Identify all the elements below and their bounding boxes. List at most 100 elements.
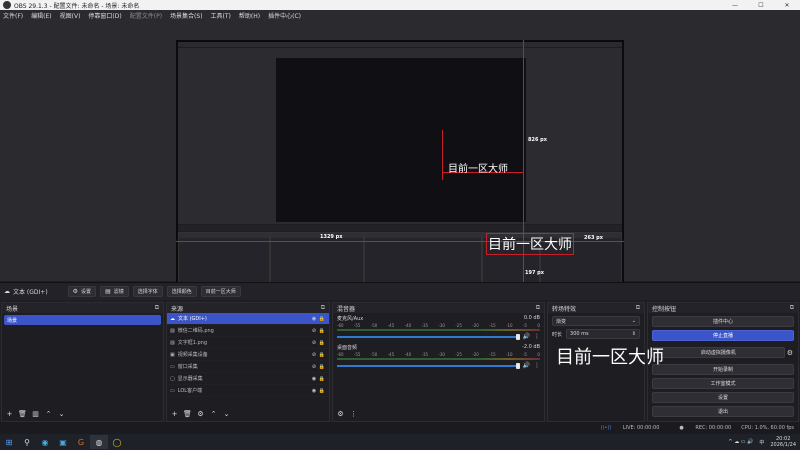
preview-canvas[interactable]: 826 px 1329 px 197 px 263 px 目前一区大师 目前一区…	[176, 40, 624, 298]
app-circle-icon[interactable]: ◯	[108, 435, 126, 449]
menu-profile[interactable]: 配置文件(P)	[130, 11, 162, 20]
tray-icons[interactable]: ^ ☁ ▭ 🔊	[728, 439, 753, 445]
virtual-camera-settings-gear-icon[interactable]: ⚙	[787, 349, 793, 357]
volume-slider[interactable]	[337, 333, 520, 340]
lock-icon[interactable]: 🔒	[318, 388, 326, 394]
move-down-button[interactable]: ⌄	[56, 409, 67, 419]
mixer-menu-button[interactable]: ⋮	[348, 409, 359, 419]
menu-view[interactable]: 视图(V)	[60, 11, 81, 20]
select-font-button[interactable]: 选择字体	[132, 286, 163, 297]
scene-filters-button[interactable]: ▥	[30, 409, 41, 419]
search-icon[interactable]: ⚲	[18, 435, 36, 449]
close-button[interactable]: ✕	[774, 0, 800, 10]
source-row[interactable]: ▭ 窗口采集 ⊘ 🔒	[167, 361, 329, 373]
stop-streaming-button[interactable]: 停止直播	[652, 330, 794, 341]
scene-item[interactable]: 场景	[4, 315, 161, 325]
lock-icon[interactable]: 🔒	[318, 316, 326, 322]
overlay-text-selected[interactable]: 目前一区大师	[486, 233, 574, 255]
menu-scene-collection[interactable]: 场景集合(S)	[170, 11, 203, 20]
eye-icon[interactable]: ◉	[310, 316, 318, 322]
chevron-down-icon: ⌄	[631, 318, 636, 324]
move-down-button[interactable]: ⌄	[221, 409, 232, 419]
sources-dock: 来源 ⧉ ☁ 文本 (GDI+) ◉ 🔒 ▨ 微信二维码.png ⊘ 🔒 ▨ 文字框1.png ⊘ 🔒 ▣…	[166, 302, 330, 422]
eye-slash-icon[interactable]: ⊘	[310, 352, 318, 358]
move-up-button[interactable]: ⌃	[43, 409, 54, 419]
filters-button[interactable]: ▤ 滤镜	[100, 286, 129, 297]
nested-preview	[276, 58, 526, 222]
start-recording-button[interactable]: 开始录制	[652, 364, 794, 375]
volume-slider-handle[interactable]	[515, 362, 520, 369]
minimize-button[interactable]: —	[722, 0, 748, 10]
menu-plugin-center[interactable]: 插件中心(C)	[268, 11, 301, 20]
source-row[interactable]: ☁ 文本 (GDI+) ◉ 🔒	[167, 313, 329, 325]
menu-help[interactable]: 帮助(H)	[239, 11, 260, 20]
eye-slash-icon[interactable]: ⊘	[310, 328, 318, 334]
source-name: 文本 (GDI+)	[178, 316, 207, 322]
source-list: ☁ 文本 (GDI+) ◉ 🔒 ▨ 微信二维码.png ⊘ 🔒 ▨ 文字框1.png ⊘ 🔒 ▣ 视频采集…	[167, 313, 329, 397]
remove-scene-button[interactable]: 🗑	[17, 409, 28, 419]
menu-file[interactable]: 文件(F)	[3, 11, 23, 20]
add-source-button[interactable]: +	[169, 409, 180, 419]
speaker-icon[interactable]: 🔊	[523, 333, 530, 340]
obs-taskbar-icon[interactable]: ◍	[90, 435, 108, 449]
popout-icon[interactable]: ⧉	[536, 304, 540, 312]
eye-slash-icon[interactable]: ⊘	[310, 364, 318, 370]
volume-slider[interactable]	[337, 362, 520, 369]
remove-source-button[interactable]: 🗑	[182, 409, 193, 419]
lock-icon[interactable]: 🔒	[318, 340, 326, 346]
add-scene-button[interactable]: +	[4, 409, 15, 419]
transition-select[interactable]: 渐变 ⌄	[552, 316, 640, 326]
more-options-icon[interactable]: ⋮	[534, 333, 540, 340]
more-options-icon[interactable]: ⋮	[534, 362, 540, 369]
maximize-button[interactable]: ☐	[748, 0, 774, 10]
edge-browser-icon[interactable]: ◉	[36, 435, 54, 449]
source-properties-button[interactable]: ⚙	[195, 409, 206, 419]
menu-edit[interactable]: 编辑(E)	[31, 11, 51, 20]
source-row[interactable]: ▣ 视频采集设备 ⊘ 🔒	[167, 349, 329, 361]
volume-slider-handle[interactable]	[515, 333, 520, 340]
source-row[interactable]: ▭ LOL客户端 ◉ 🔒	[167, 385, 329, 397]
clock[interactable]: 20:02 2026/1/24	[770, 436, 796, 448]
lock-icon[interactable]: 🔒	[318, 376, 326, 382]
duration-input[interactable]: 300 ms ⇕	[566, 329, 640, 339]
properties-button[interactable]: ⚙ 设置	[67, 286, 97, 297]
popout-icon[interactable]: ⧉	[636, 304, 640, 312]
settings-button[interactable]: 设置	[652, 392, 794, 403]
menu-tools[interactable]: 工具(T)	[211, 11, 231, 20]
exit-button[interactable]: 退出	[652, 406, 794, 417]
overlay-text-small: 目前一区大师	[448, 164, 508, 175]
speaker-icon[interactable]: 🔊	[523, 362, 530, 369]
popout-icon[interactable]: ⧉	[321, 304, 325, 312]
menu-docks[interactable]: 停靠窗口(D)	[88, 11, 121, 20]
studio-mode-button[interactable]: 工作室模式	[652, 378, 794, 389]
popout-icon[interactable]: ⧉	[790, 304, 794, 312]
eye-icon[interactable]: ◉	[310, 388, 318, 394]
text-content-field[interactable]: 目前一区大师	[200, 286, 241, 297]
stepper-icon: ⇕	[631, 331, 636, 337]
source-row[interactable]: ▨ 文字框1.png ⊘ 🔒	[167, 337, 329, 349]
lock-icon[interactable]: 🔒	[318, 364, 326, 370]
select-color-button[interactable]: 选择颜色	[166, 286, 197, 297]
windows-start-icon[interactable]: ⊞	[0, 435, 18, 449]
measure-vertical-label: 826 px	[528, 137, 547, 143]
measure-small-vertical-label: 197 px	[525, 270, 544, 276]
measure-small-horizontal-label: 263 px	[584, 235, 603, 241]
move-up-button[interactable]: ⌃	[208, 409, 219, 419]
eye-icon[interactable]: ◉	[310, 376, 318, 382]
scale-tick: -55	[353, 352, 361, 357]
plugin-center-button[interactable]: 插件中心	[652, 316, 794, 327]
window-icon: ▭	[170, 387, 175, 394]
eye-slash-icon[interactable]: ⊘	[310, 340, 318, 346]
preview-area[interactable]: 826 px 1329 px 197 px 263 px 目前一区大师 目前一区…	[0, 20, 800, 298]
input-language-indicator[interactable]: 中	[759, 439, 764, 446]
popout-icon[interactable]: ⧉	[155, 304, 159, 312]
app-g-icon[interactable]: G	[72, 435, 90, 449]
advanced-audio-button[interactable]: ⚙	[335, 409, 346, 419]
source-row[interactable]: ▢ 显示器采集 ◉ 🔒	[167, 373, 329, 385]
store-app-icon[interactable]: ▣	[54, 435, 72, 449]
scale-tick: -25	[455, 352, 462, 357]
start-virtual-camera-button[interactable]: 启动虚拟摄像机	[652, 347, 785, 358]
source-row[interactable]: ▨ 微信二维码.png ⊘ 🔒	[167, 325, 329, 337]
lock-icon[interactable]: 🔒	[318, 352, 326, 358]
lock-icon[interactable]: 🔒	[318, 328, 326, 334]
